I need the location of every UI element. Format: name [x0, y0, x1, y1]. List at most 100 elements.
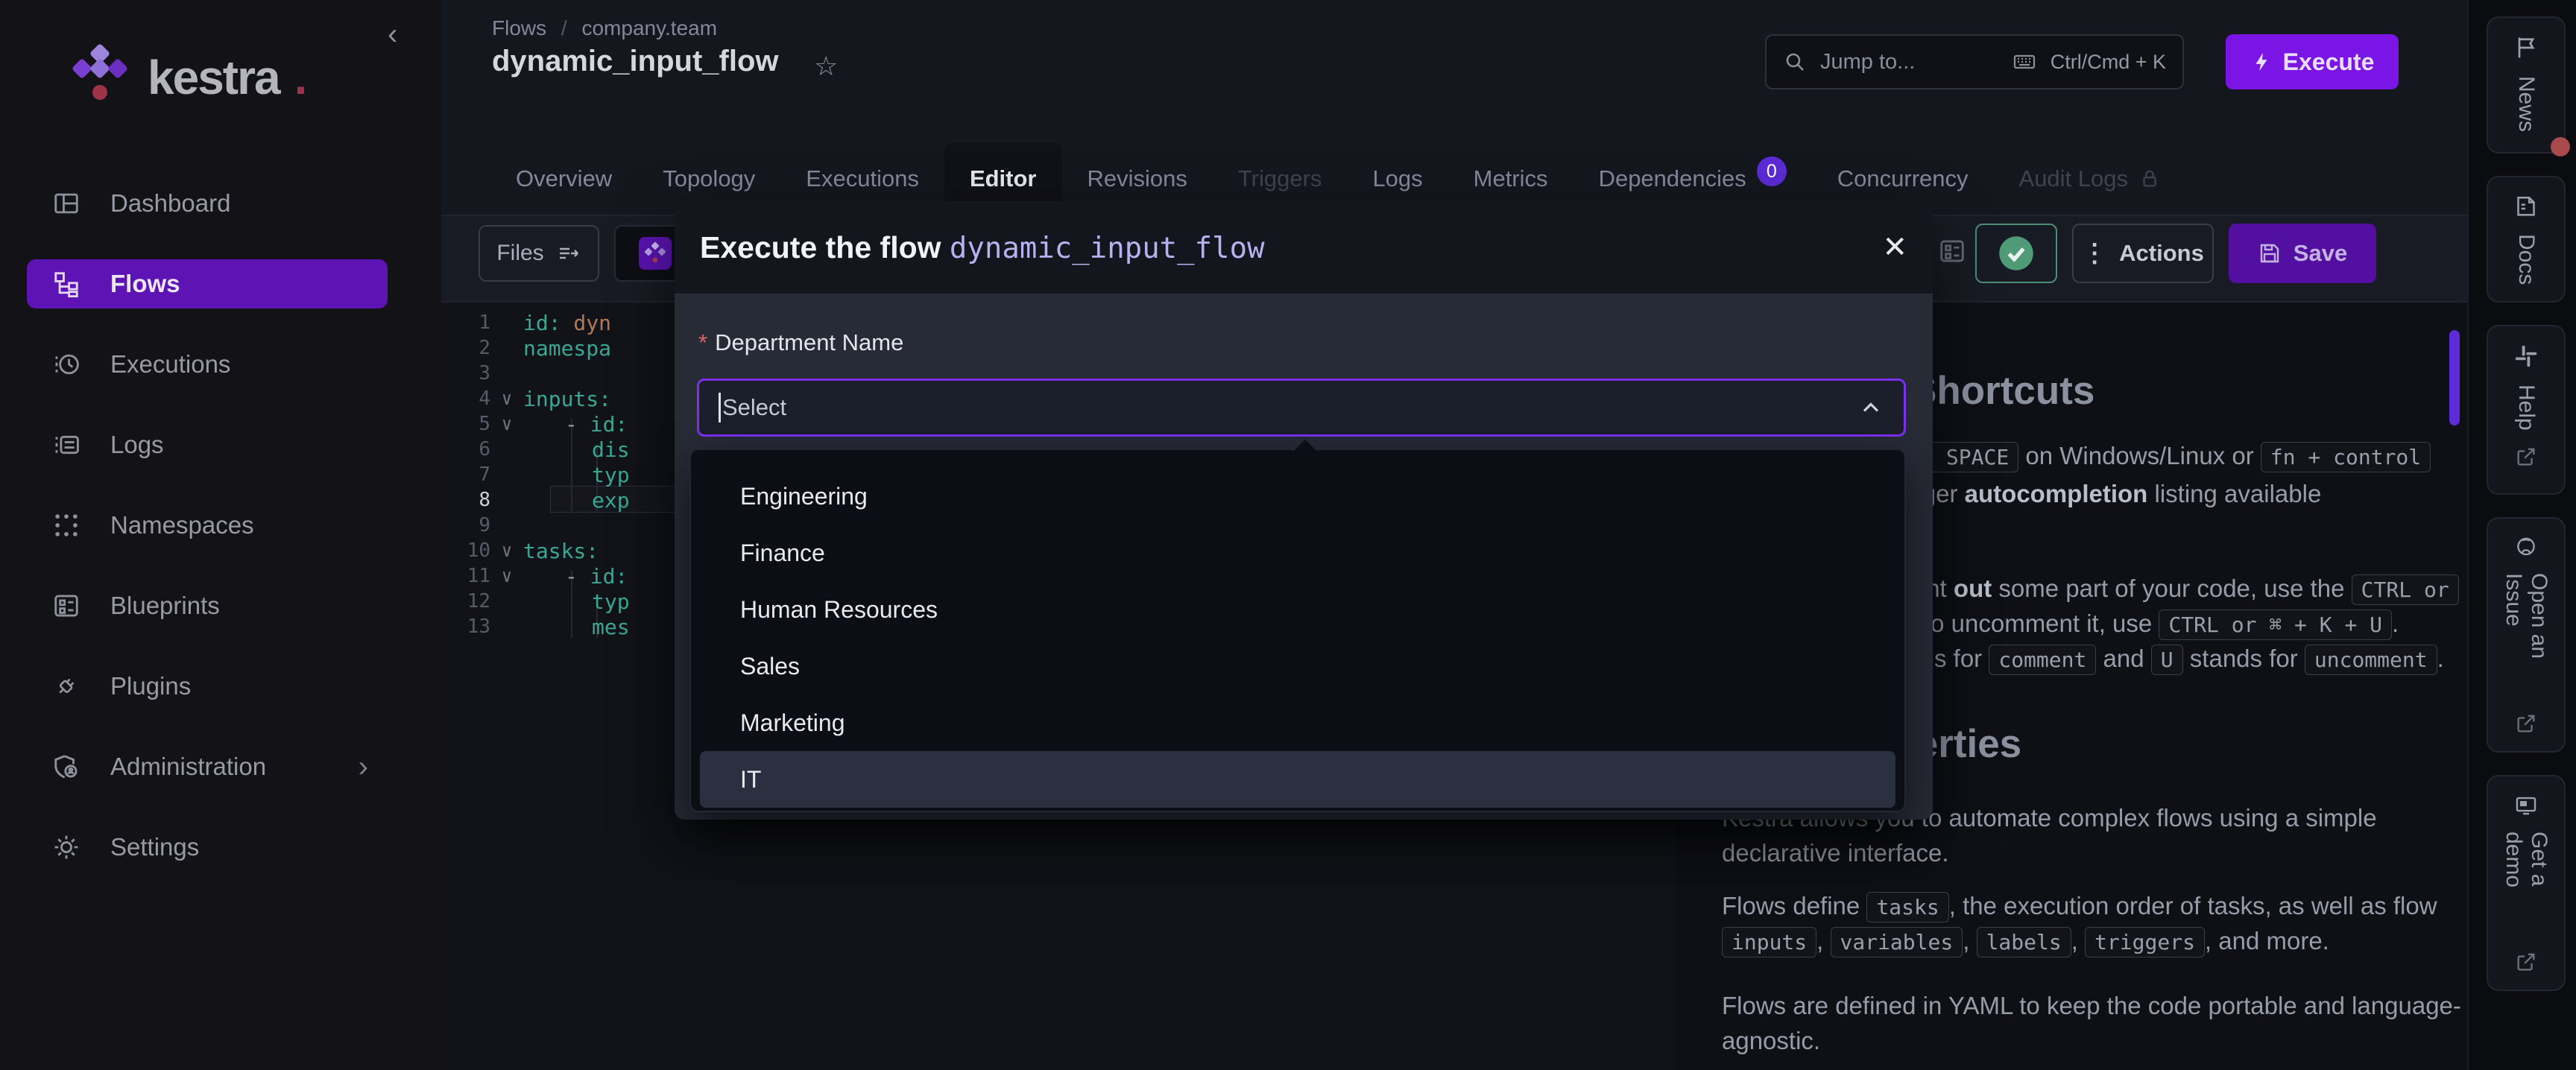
news-notification-dot: [2551, 137, 2570, 156]
fold-chevron-icon[interactable]: ∨: [490, 566, 523, 586]
breadcrumb[interactable]: Flows / company.team: [492, 16, 717, 40]
tab-dependencies-label: Dependencies: [1599, 165, 1746, 192]
docs-line: agnostic.: [1722, 1023, 1820, 1058]
fold-chevron-icon[interactable]: ∨: [490, 388, 523, 409]
docs-line: declarative interface.: [1722, 835, 1949, 870]
sidebar-item-label: Logs: [110, 431, 164, 459]
kestra-logo-dot: .: [294, 50, 308, 105]
open-an-issue-label: Open an Issue: [2501, 573, 2551, 697]
executions-icon: [52, 350, 80, 379]
department-name-label: *Department Name: [698, 329, 903, 356]
execute-button-label: Execute: [2283, 48, 2375, 76]
chevron-right-icon: ›: [359, 750, 368, 784]
option-human-resources[interactable]: Human Resources: [691, 581, 1904, 638]
lock-icon: [2138, 168, 2161, 190]
flows-icon: [52, 270, 80, 298]
option-it[interactable]: IT: [700, 751, 1895, 808]
docs-line: Flows are defined in YAML to keep the co…: [1722, 988, 2461, 1023]
no-code-editor-icon[interactable]: [1938, 237, 1966, 265]
save-floppy-icon: [2258, 241, 2282, 265]
modal-title-flow-id: dynamic_input_flow: [950, 232, 1265, 265]
modal-title: Execute the flow dynamic_input_flow: [700, 230, 1265, 265]
docs-line: Flows define tasks, the execution order …: [1722, 888, 2437, 925]
sidebar: ‹ kestra. Dashboard Flows Executions: [0, 0, 441, 1070]
sidebar-item-label: Plugins: [110, 672, 191, 700]
administration-icon: [52, 753, 80, 781]
logs-icon: [52, 431, 80, 459]
actions-button[interactable]: ⋮ Actions: [2072, 224, 2214, 283]
fold-chevron-icon[interactable]: ∨: [490, 540, 523, 561]
external-link-icon: [2515, 446, 2537, 468]
docs-label: Docs: [2513, 234, 2539, 285]
docs-icon: [2513, 194, 2539, 219]
namespaces-icon: [52, 511, 80, 539]
sidebar-item-label: Flows: [110, 270, 180, 298]
close-icon[interactable]: ✕: [1882, 230, 1907, 265]
breadcrumb-root[interactable]: Flows: [492, 16, 546, 39]
sidebar-item-settings[interactable]: Settings: [27, 823, 388, 872]
news-flag-icon: [2513, 34, 2539, 61]
get-a-demo-button[interactable]: Get a demo: [2487, 775, 2566, 991]
check-circle-icon: [1995, 232, 2037, 274]
favorite-star-icon[interactable]: ☆: [814, 51, 838, 82]
required-asterisk: *: [698, 329, 707, 355]
sidebar-item-administration[interactable]: Administration ›: [27, 742, 388, 791]
option-sales[interactable]: Sales: [691, 638, 1904, 694]
docs-button[interactable]: Docs: [2487, 176, 2566, 303]
file-tree-icon: [556, 241, 581, 266]
chevron-up-icon[interactable]: [1857, 394, 1884, 421]
kebab-menu-icon: ⋮: [2082, 238, 2107, 268]
sidebar-item-label: Settings: [110, 833, 199, 861]
execute-button[interactable]: Execute: [2226, 34, 2399, 89]
settings-icon: [52, 833, 80, 861]
sidebar-item-flows[interactable]: Flows: [27, 259, 388, 308]
sidebar-item-executions[interactable]: Executions: [27, 340, 388, 389]
docs-line: inputs, variables, labels, triggers, and…: [1722, 923, 2329, 960]
plugins-icon: [52, 672, 80, 700]
jump-to-search[interactable]: Jump to... Ctrl/Cmd + K: [1765, 34, 2184, 89]
sidebar-item-plugins[interactable]: Plugins: [27, 662, 388, 711]
tab-overview[interactable]: Overview: [490, 143, 637, 215]
save-button[interactable]: Save: [2229, 224, 2376, 283]
files-button[interactable]: Files: [479, 225, 599, 282]
lightning-bolt-icon: [2250, 51, 2273, 73]
help-button[interactable]: Help: [2487, 325, 2566, 495]
validation-ok-button[interactable]: [1975, 224, 2057, 283]
open-an-issue-button[interactable]: Open an Issue: [2487, 517, 2566, 753]
news-button[interactable]: News: [2487, 16, 2566, 153]
department-select-input[interactable]: Select: [697, 379, 1906, 437]
sidebar-collapse-icon[interactable]: ‹: [388, 18, 397, 51]
fold-chevron-icon[interactable]: ∨: [490, 414, 523, 434]
modal-header: Execute the flow dynamic_input_flow ✕: [675, 201, 1933, 294]
help-label: Help: [2513, 384, 2539, 431]
files-button-label: Files: [496, 241, 543, 266]
kestra-mini-logo-icon: [637, 235, 673, 271]
sidebar-item-namespaces[interactable]: Namespaces: [27, 501, 388, 550]
sidebar-item-logs[interactable]: Logs: [27, 420, 388, 469]
department-options-dropdown: Engineering Finance Human Resources Sale…: [689, 449, 1906, 812]
page-title: dynamic_input_flow: [492, 45, 779, 78]
kestra-logo[interactable]: kestra.: [64, 43, 307, 112]
search-icon: [1783, 50, 1807, 74]
text-cursor: [719, 393, 721, 422]
github-icon: [2513, 535, 2539, 558]
option-finance[interactable]: Finance: [691, 525, 1904, 581]
tab-audit-logs: Audit Logs: [1994, 143, 2187, 215]
docs-heading-shortcuts: Shortcuts: [1910, 368, 2094, 414]
docs-scrollbar-thumb[interactable]: [2449, 330, 2460, 425]
search-shortcut: Ctrl/Cmd + K: [2051, 51, 2166, 74]
external-link-icon: [2515, 951, 2537, 973]
external-link-icon: [2515, 712, 2537, 735]
get-a-demo-label: Get a demo: [2501, 832, 2551, 936]
sidebar-item-label: Dashboard: [110, 189, 230, 218]
sidebar-item-blueprints[interactable]: Blueprints: [27, 581, 388, 630]
breadcrumb-namespace[interactable]: company.team: [581, 16, 717, 39]
demo-screen-icon: [2513, 793, 2539, 817]
option-engineering[interactable]: Engineering: [691, 468, 1904, 525]
sidebar-item-dashboard[interactable]: Dashboard: [27, 179, 388, 228]
search-placeholder: Jump to...: [1820, 50, 1915, 75]
right-rail: News Docs Help Open an Issue Get a demo: [2467, 0, 2576, 1070]
breadcrumb-separator: /: [561, 16, 567, 39]
option-marketing[interactable]: Marketing: [691, 694, 1904, 751]
blueprints-icon: [52, 592, 80, 620]
